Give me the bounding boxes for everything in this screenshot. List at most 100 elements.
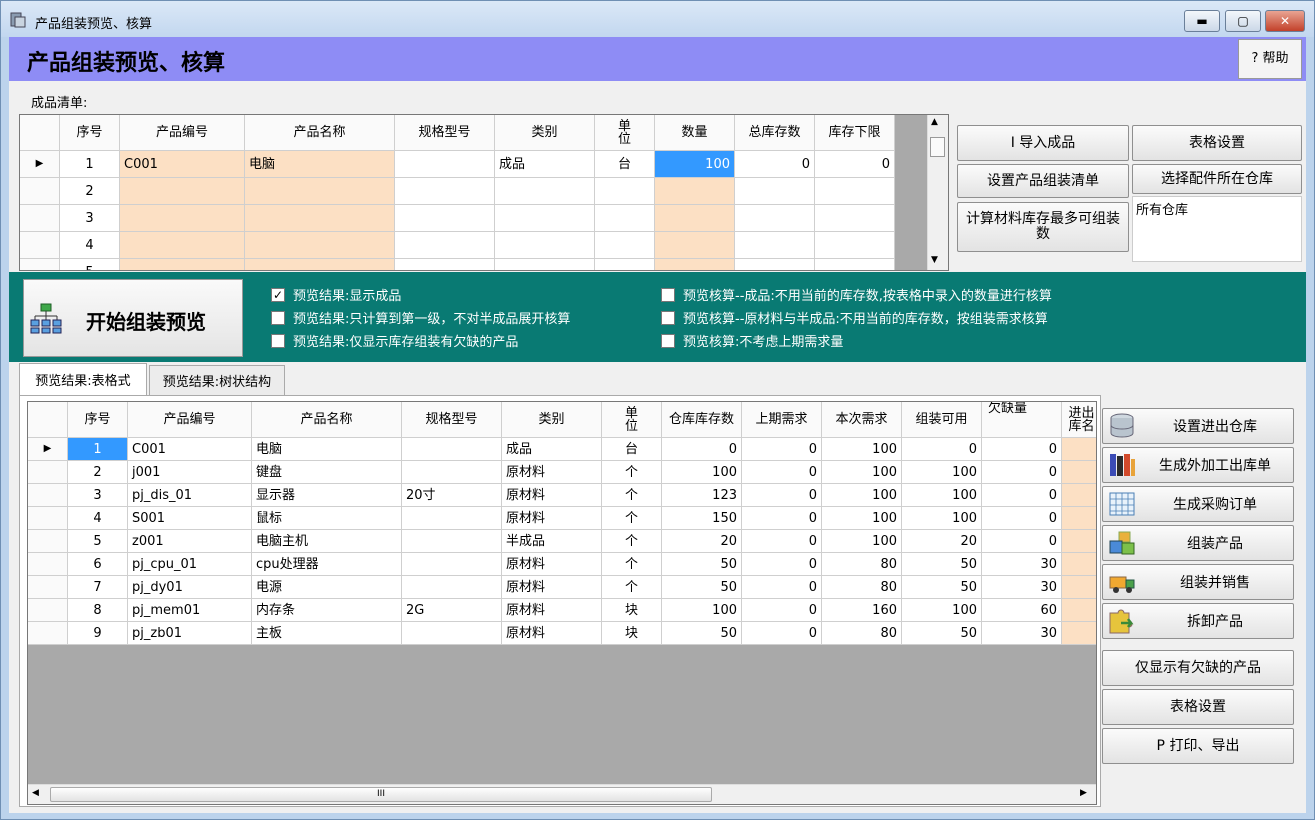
grid-cell[interactable]: 台 xyxy=(602,438,662,461)
grid-cell[interactable]: z001 xyxy=(128,530,252,553)
scroll-down-arrow[interactable]: ▼ xyxy=(931,255,938,265)
grid-cell[interactable]: 原材料 xyxy=(502,507,602,530)
grid-cell[interactable]: 2G xyxy=(402,599,502,622)
grid-cell[interactable]: 电脑 xyxy=(252,438,402,461)
grid-cell[interactable] xyxy=(1062,553,1096,576)
grid-cell[interactable] xyxy=(1062,507,1096,530)
grid-cell[interactable]: 100 xyxy=(822,484,902,507)
grid-cell[interactable]: 7 xyxy=(68,576,128,599)
grid-cell[interactable]: 100 xyxy=(902,507,982,530)
grid-cell[interactable]: 0 xyxy=(815,151,895,178)
grid-cell[interactable]: 1 xyxy=(68,438,128,461)
grid-cell[interactable]: 80 xyxy=(822,576,902,599)
grid-cell[interactable] xyxy=(655,259,735,270)
grid-cell[interactable] xyxy=(402,438,502,461)
grid-cell[interactable] xyxy=(815,259,895,270)
column-header[interactable]: 规格型号 xyxy=(395,115,495,151)
grid-cell[interactable]: 100 xyxy=(662,461,742,484)
preview-option[interactable]: 预览核算--原材料与半成品:不用当前的库存数，按组装需求核算 xyxy=(661,308,1048,327)
warehouse-list-item[interactable]: 所有仓库 xyxy=(1136,203,1188,218)
grid-cell[interactable] xyxy=(495,205,595,232)
grid-cell[interactable]: 0 xyxy=(902,438,982,461)
grid-cell[interactable] xyxy=(1062,438,1096,461)
grid-cell[interactable] xyxy=(395,259,495,270)
grid-cell[interactable]: 4 xyxy=(68,507,128,530)
grid-cell[interactable] xyxy=(120,232,245,259)
grid-cell[interactable]: 原材料 xyxy=(502,576,602,599)
grid-cell[interactable]: j001 xyxy=(128,461,252,484)
scroll-thumb[interactable]: III xyxy=(50,787,712,802)
row-selector[interactable] xyxy=(28,622,68,645)
grid-cell[interactable]: 块 xyxy=(602,599,662,622)
column-header[interactable]: 上期需求 xyxy=(742,402,822,438)
column-header[interactable]: 规格型号 xyxy=(402,402,502,438)
product-grid[interactable]: 序号 产品编号 产品名称 规格型号 类别 单位 数量 总库存数 库存下限 ▲ ▼ ▶ 1 C001 电脑 成品… xyxy=(19,114,949,271)
checkbox-checked[interactable]: ✓ xyxy=(271,287,285,302)
minimize-button[interactable]: ▬ xyxy=(1184,10,1220,32)
row-selector[interactable] xyxy=(28,553,68,576)
grid-cell[interactable] xyxy=(815,178,895,205)
row-selector[interactable] xyxy=(20,205,60,232)
grid-cell[interactable]: 个 xyxy=(602,576,662,599)
column-header[interactable]: 数量 xyxy=(655,115,735,151)
grid-cell[interactable] xyxy=(1062,599,1096,622)
row-selector[interactable] xyxy=(28,507,68,530)
grid-cell[interactable]: 0 xyxy=(742,576,822,599)
column-header[interactable]: 库存下限 xyxy=(815,115,895,151)
grid-cell[interactable]: 100 xyxy=(822,530,902,553)
column-header[interactable]: 欠缺量 xyxy=(982,402,1062,438)
checkbox-unchecked[interactable] xyxy=(661,287,675,302)
maximize-button[interactable]: ▢ xyxy=(1225,10,1261,32)
grid-cell[interactable] xyxy=(655,205,735,232)
grid-cell[interactable]: 123 xyxy=(662,484,742,507)
grid-cell[interactable]: 100 xyxy=(655,151,735,178)
grid-cell[interactable]: 9 xyxy=(68,622,128,645)
column-header[interactable]: 产品名称 xyxy=(245,115,395,151)
preview-option[interactable]: ✓ 预览结果:显示成品 xyxy=(271,285,401,304)
grid-cell[interactable]: 1 xyxy=(60,151,120,178)
grid-cell[interactable]: pj_zb01 xyxy=(128,622,252,645)
row-selector[interactable] xyxy=(20,178,60,205)
grid-cell[interactable]: C001 xyxy=(128,438,252,461)
row-selector[interactable] xyxy=(28,576,68,599)
grid-cell[interactable] xyxy=(1062,484,1096,507)
grid-cell[interactable]: 50 xyxy=(662,553,742,576)
grid-cell[interactable]: 0 xyxy=(982,461,1062,484)
grid-cell[interactable]: 80 xyxy=(822,622,902,645)
checkbox-unchecked[interactable] xyxy=(271,333,285,348)
import-products-button[interactable]: I 导入成品 xyxy=(957,125,1129,161)
tab-table-view[interactable]: 预览结果:表格式 xyxy=(19,363,147,395)
grid-cell[interactable] xyxy=(245,205,395,232)
grid-cell[interactable] xyxy=(402,461,502,484)
grid-cell[interactable] xyxy=(402,576,502,599)
tab-tree-view[interactable]: 预览结果:树状结构 xyxy=(149,365,285,395)
grid-cell[interactable]: 8 xyxy=(68,599,128,622)
top-grid-settings-button[interactable]: 表格设置 xyxy=(1132,125,1302,161)
grid-cell[interactable]: 原材料 xyxy=(502,461,602,484)
grid-cell[interactable] xyxy=(595,259,655,270)
grid-cell[interactable]: 半成品 xyxy=(502,530,602,553)
row-selector[interactable] xyxy=(20,259,60,270)
grid-cell[interactable]: pj_mem01 xyxy=(128,599,252,622)
grid-cell[interactable]: 0 xyxy=(742,507,822,530)
grid-cell[interactable]: 6 xyxy=(68,553,128,576)
grid-cell[interactable]: 0 xyxy=(742,622,822,645)
grid-cell[interactable]: 50 xyxy=(902,622,982,645)
column-header[interactable]: 序号 xyxy=(68,402,128,438)
grid-cell[interactable]: 个 xyxy=(602,507,662,530)
grid-cell[interactable]: 30 xyxy=(982,553,1062,576)
grid-cell[interactable] xyxy=(120,259,245,270)
grid-cell[interactable]: 0 xyxy=(742,484,822,507)
grid-cell[interactable]: 100 xyxy=(822,438,902,461)
grid-cell[interactable] xyxy=(495,232,595,259)
side-action-button[interactable]: 设置进出仓库 xyxy=(1102,408,1294,444)
grid-cell[interactable] xyxy=(815,232,895,259)
preview-option[interactable]: 预览结果:仅显示库存组装有欠缺的产品 xyxy=(271,331,518,350)
grid-cell[interactable]: 100 xyxy=(902,461,982,484)
grid-cell[interactable]: 160 xyxy=(822,599,902,622)
column-header[interactable]: 产品名称 xyxy=(252,402,402,438)
calc-max-assembly-button[interactable]: 计算材料库存最多可组装数 xyxy=(957,202,1129,252)
grid-cell[interactable]: 0 xyxy=(662,438,742,461)
grid-cell[interactable]: 50 xyxy=(902,553,982,576)
column-header[interactable]: 组装可用 xyxy=(902,402,982,438)
